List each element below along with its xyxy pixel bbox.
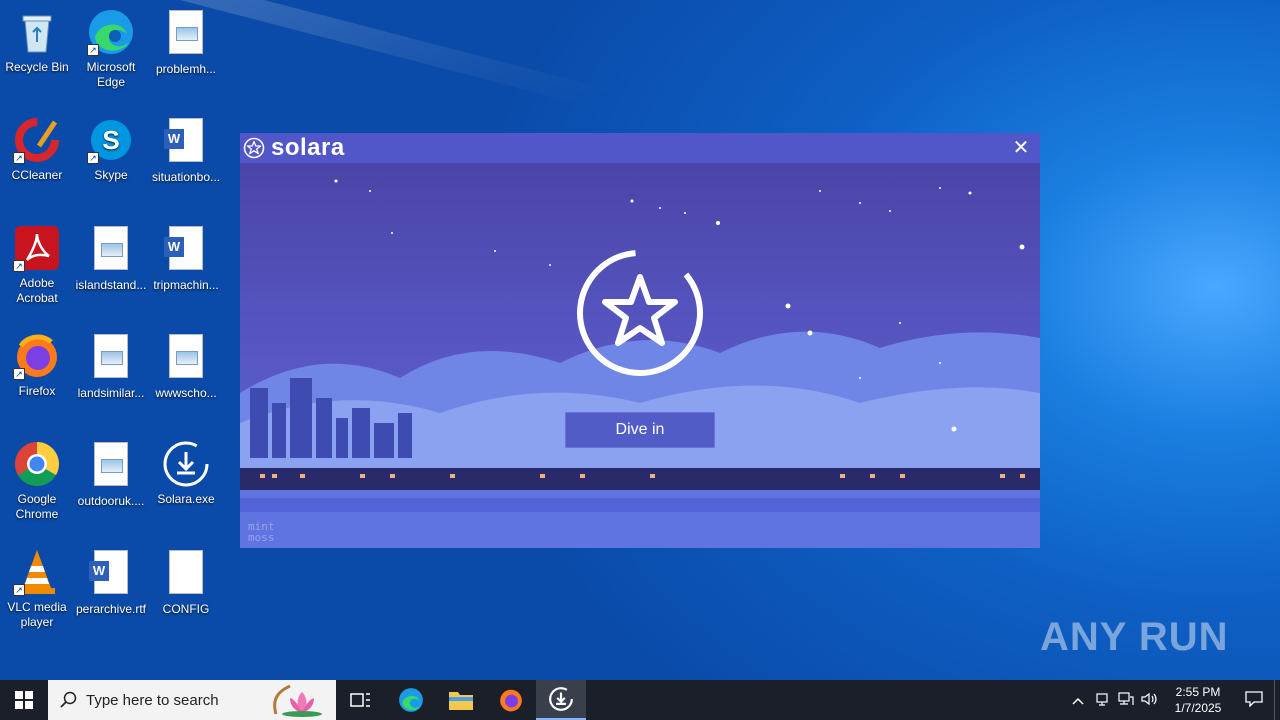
image-file-icon [87,442,135,490]
desktop-icon-microsoft-edge[interactable]: ↗ Microsoft Edge [75,8,147,90]
skype-icon: S ↗ [87,116,135,164]
desktop-icon-label: Skype [94,168,128,182]
shortcut-arrow-icon: ↗ [13,260,25,272]
solara-titlebar[interactable]: solara ✕ [240,133,1040,163]
desktop-icon-tripmachin[interactable]: W tripmachin... [150,224,222,293]
word-document-icon: W [162,226,210,274]
network-icon[interactable] [1114,691,1138,709]
system-tray: 2:55 PM 1/7/2025 [1066,680,1280,720]
search-icon [60,691,78,709]
desktop-icon-label: perarchive.rtf [75,602,147,616]
taskbar-firefox-button[interactable] [486,680,536,720]
solara-installer-icon [162,440,210,488]
image-file-icon [162,10,210,58]
image-file-icon [87,226,135,274]
anyrun-text: ANY RUN [1040,615,1229,659]
shortcut-arrow-icon: ↗ [87,152,99,164]
windows-logo-icon [15,691,33,709]
desktop-icon-situationbo[interactable]: W situationbo... [150,116,222,185]
close-icon[interactable]: ✕ [1010,137,1032,159]
start-button[interactable] [0,680,48,720]
volume-icon[interactable] [1138,692,1162,709]
desktop-icon-ccleaner[interactable]: ↗ CCleaner [1,116,73,183]
shortcut-arrow-icon: ↗ [13,584,25,596]
pixel-art-background [240,163,1040,548]
desktop-icon-wwwscho[interactable]: wwwscho... [150,332,222,401]
anyrun-watermark: ANY RUN [1040,615,1229,660]
desktop-icon-label: CCleaner [11,168,63,182]
firefox-icon: ↗ [13,332,61,380]
desktop-icon-skype[interactable]: S ↗ Skype [75,116,147,183]
desktop-icon-config[interactable]: CONFIG [150,548,222,617]
desktop-icon-label: islandstand... [75,278,147,292]
desktop-icon-outdooruk[interactable]: outdooruk.... [75,440,147,509]
chrome-icon [13,440,61,488]
desktop-icon-problemh[interactable]: problemh... [150,8,222,77]
desktop-icon-solara-exe[interactable]: Solara.exe [150,440,222,507]
task-view-button[interactable] [336,680,386,720]
dive-in-button[interactable]: Dive in [565,412,715,448]
search-placeholder: Type here to search [86,691,219,709]
task-view-icon [350,693,370,707]
shortcut-arrow-icon: ↗ [87,44,99,56]
desktop-icon-firefox[interactable]: ↗ Firefox [1,332,73,399]
taskbar: Type here to search 2:55 PM 1/7/2025 [0,680,1280,720]
svg-text:S: S [102,125,119,155]
word-document-icon: W [162,118,210,166]
desktop-icon-label: VLC media player [7,600,67,629]
solara-logo-icon [243,137,265,159]
desktop-icon-label: CONFIG [162,602,210,616]
shortcut-arrow-icon: ↗ [13,368,25,380]
shortcut-arrow-icon: ↗ [13,152,25,164]
taskbar-search-box[interactable]: Type here to search [48,680,336,720]
image-file-icon [162,334,210,382]
recycle-bin-icon [13,8,61,56]
lotus-flower-icon [266,684,330,718]
show-desktop-button[interactable] [1274,680,1280,720]
firefox-icon [500,689,522,712]
artist-signature: mint moss [248,520,275,544]
desktop-icon-adobe-acrobat[interactable]: ↗ Adobe Acrobat [1,224,73,306]
desktop-icon-landsimilar[interactable]: landsimilar... [75,332,147,401]
taskbar-clock[interactable]: 2:55 PM 1/7/2025 [1168,684,1228,716]
folder-icon [449,692,473,710]
desktop-icon-label: Adobe Acrobat [16,276,58,305]
desktop-icon-perarchive[interactable]: W perarchive.rtf [75,548,147,617]
desktop-icon-label: Solara.exe [157,492,215,506]
desktop-icon-islandstand[interactable]: islandstand... [75,224,147,293]
adobe-acrobat-icon: ↗ [13,224,61,272]
taskbar-edge-button[interactable] [386,680,436,720]
edge-icon [399,688,423,712]
solara-title: solara [271,134,345,161]
taskbar-file-explorer-button[interactable] [436,680,486,720]
desktop-icon-label: Google Chrome [15,492,59,521]
image-file-icon [87,334,135,382]
clock-time: 2:55 PM [1175,685,1221,699]
desktop-icon-recycle-bin[interactable]: Recycle Bin [1,8,73,75]
ccleaner-icon: ↗ [13,116,61,164]
blank-file-icon [162,550,210,598]
desktop-icon-google-chrome[interactable]: Google Chrome [1,440,73,522]
desktop-icon-label: landsimilar... [77,386,145,400]
network-adapter-icon[interactable] [1090,692,1114,709]
word-document-icon: W [87,550,135,598]
show-hidden-icons-chevron-icon[interactable] [1066,692,1090,708]
desktop-icon-label: Microsoft Edge [86,60,136,89]
desktop-icon-label: Recycle Bin [5,60,69,74]
desktop-icon-label: wwwscho... [155,386,217,400]
desktop-icon-label: tripmachin... [153,278,219,292]
vlc-cone-icon: ↗ [13,548,61,596]
taskbar-solara-button[interactable] [536,680,586,720]
desktop-icon-label: Firefox [18,384,56,398]
notification-center-icon[interactable] [1234,690,1274,710]
solara-window: solara ✕ Dive in mint moss [240,133,1040,548]
desktop-icon-label: outdooruk.... [77,494,145,508]
desktop-icon-label: problemh... [155,62,217,76]
edge-icon: ↗ [87,8,135,56]
desktop-icon-label: situationbo... [151,170,221,184]
clock-date: 1/7/2025 [1174,701,1222,715]
solara-installer-icon [549,687,573,711]
desktop-icon-vlc[interactable]: ↗ VLC media player [1,548,73,630]
